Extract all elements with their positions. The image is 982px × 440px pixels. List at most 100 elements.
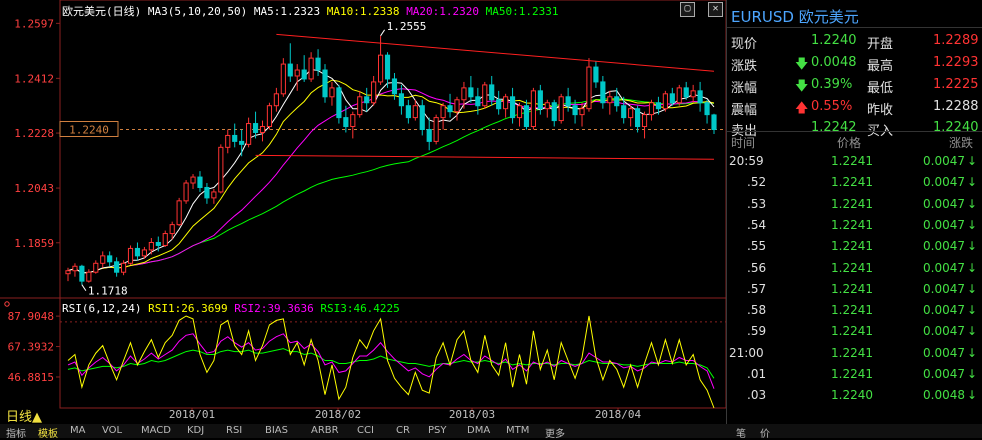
candle-body [572,105,578,116]
down-arrow-icon: ↓ [967,217,978,232]
candle-body [454,99,460,113]
tick-change: 0.0047 [923,303,965,318]
tick-time: .03 [747,388,767,403]
x-tick-label: 2018/04 [595,408,642,421]
tick-change: 0.0047 [923,196,965,211]
down-arrow-icon: ↓ [967,388,978,403]
tab-KDJ[interactable]: KDJ [187,425,204,436]
tick-header-price: 价格 [837,136,862,150]
candle-body [412,105,418,119]
restore-button[interactable]: ▢ [680,2,695,17]
candle-body [614,96,620,107]
candle-body [648,102,655,116]
candle-body [65,270,71,275]
candle-body [301,69,307,80]
tick-row: .03 1.2240 0.0048 ↓ [727,386,982,407]
support-trendline [255,154,715,160]
candle-body [114,261,120,273]
quote-label: 涨幅 [731,81,758,96]
right-tab-bar: 笔 价 [726,424,982,440]
tab-BIAS[interactable]: BIAS [265,425,288,436]
ma20-value: MA20:1.2320 [406,5,480,18]
period-selector[interactable]: 日线▲ [6,406,42,425]
candle-body [169,224,175,235]
candle-body [496,99,502,110]
candle-body [482,84,488,107]
rsi-y-tick-label: 46.8815 [8,371,54,384]
tab-CCI[interactable]: CCI [357,425,374,436]
y-tick-label: 1.1859 [14,237,54,250]
candle-body [204,186,210,199]
chart-area[interactable]: 1.2597 1.2412 1.2228 1.2043 1.1859 87.9048 67.… [0,0,726,424]
tick-row: 20:59 1.2241 0.0047 ↓ [727,152,982,173]
high-marker [380,29,385,37]
tick-price: 1.2241 [831,281,873,296]
x-tick-label: 2018/01 [169,408,215,421]
candle-body [711,114,717,130]
candle-body [357,96,363,116]
candle-body [635,108,641,128]
tick-time: .01 [747,367,767,381]
tab-PSY[interactable]: PSY [428,425,447,436]
candle-body [384,54,391,80]
candle-body [294,69,300,77]
tab-CR[interactable]: CR [396,425,410,436]
quote-label: 涨跌 [731,59,758,74]
tab-RSI[interactable]: RSI [226,425,242,436]
tick-row: .52 1.2241 0.0047 ↓ [727,173,982,194]
tab-MA[interactable]: MA [70,425,85,436]
tab-ARBR[interactable]: ARBR [311,425,339,436]
tab-DMA[interactable]: DMA [467,425,490,436]
rsi-chart-title: RSI(6,12,24) RSI1:26.3699 RSI2:39.3636 R… [62,302,400,315]
tick-row: .59 1.2241 0.0047 ↓ [727,322,982,343]
candle-body [398,93,405,107]
candle-body [683,87,689,98]
candle-body [565,96,571,107]
quote-value: 0.39% [811,77,853,92]
tick-change: 0.0047 [923,345,965,360]
candle-body [433,117,439,142]
candle-body [558,96,564,122]
candle-body [148,241,154,251]
quote-label: 最高 [867,59,894,74]
candle-body [704,102,710,116]
ma10-value: MA10:1.2338 [326,5,400,18]
candle-body [287,63,293,77]
tick-change: 0.0047 [923,324,965,339]
tab-VOL[interactable]: VOL [102,425,122,436]
candle-body [405,105,411,119]
tick-header-change: 涨跌 [949,136,974,150]
candle-body [273,93,279,107]
candle-body [280,63,286,95]
x-tick-label: 2018/02 [315,408,361,421]
candle-body [93,262,99,273]
quote-row: 涨跌 🡇 0.0048 最高 1.2293 [727,52,982,74]
low-marker [81,284,87,291]
tick-row: .58 1.2241 0.0047 ↓ [727,301,982,322]
rsi1-line [67,315,715,409]
tab-MTM[interactable]: MTM [506,425,529,436]
tick-time: .54 [747,217,767,232]
down-arrow-icon: ↓ [967,324,978,339]
candle-body [641,114,648,128]
ma-params: MA3(5,10,20,50) [147,5,248,18]
close-button[interactable]: ✕ [708,2,723,17]
y-tick-label: 1.2412 [14,72,54,85]
resistance-trendline [276,33,715,72]
candle-body [225,134,231,148]
tick-change: 0.0047 [923,217,965,232]
candle-body [120,262,127,273]
candle-body [232,134,238,142]
y-tick-label: 1.2228 [14,127,54,140]
tick-price: 1.2241 [831,345,873,360]
tick-price: 1.2241 [831,260,873,275]
tick-time: .59 [747,324,767,339]
tick-change: 0.0047 [923,154,965,168]
tick-price: 1.2241 [831,239,873,254]
tab-MACD[interactable]: MACD [141,425,171,436]
candle-body [211,191,217,199]
tick-header-time: 时间 [731,136,756,150]
tick-price: 1.2241 [831,196,873,211]
x-tick-label: 2018/03 [449,408,495,421]
quote-value: 1.2240 [811,33,857,48]
